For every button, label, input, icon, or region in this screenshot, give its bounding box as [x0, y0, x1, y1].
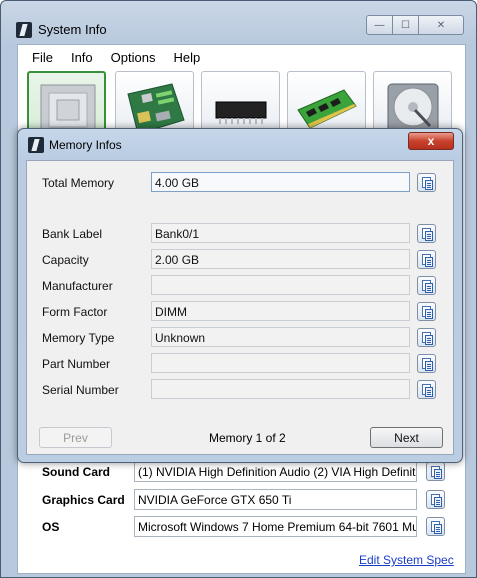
dialog-logo-icon — [28, 137, 44, 153]
memory-type-field[interactable]: Unknown — [151, 327, 410, 347]
form-factor-row: Form Factor DIMM — [27, 301, 453, 323]
os-row: OS Microsoft Windows 7 Home Premium 64-b… — [18, 516, 465, 538]
copy-memory-type-button[interactable] — [417, 328, 436, 347]
os-field[interactable]: Microsoft Windows 7 Home Premium 64-bit … — [134, 516, 417, 537]
form-factor-field[interactable]: DIMM — [151, 301, 410, 321]
form-factor-label: Form Factor — [42, 305, 108, 319]
menu-help[interactable]: Help — [166, 50, 207, 65]
manufacturer-field[interactable] — [151, 275, 410, 295]
copy-icon — [425, 283, 433, 293]
edit-system-spec-link[interactable]: Edit System Spec — [359, 553, 454, 567]
copy-icon — [425, 231, 433, 241]
bank-label-field[interactable]: Bank0/1 — [151, 223, 410, 243]
sound-card-row: Sound Card (1) NVIDIA High Definition Au… — [18, 461, 465, 483]
copy-form-factor-button[interactable] — [417, 302, 436, 321]
graphics-card-row: Graphics Card NVIDIA GeForce GTX 650 Ti — [18, 489, 465, 511]
memory-type-label: Memory Type — [42, 331, 115, 345]
total-memory-field[interactable]: 4.00 GB — [151, 172, 410, 192]
copy-graphics-card-button[interactable] — [426, 490, 445, 509]
sound-card-field[interactable]: (1) NVIDIA High Definition Audio (2) VIA… — [134, 461, 417, 482]
manufacturer-row: Manufacturer — [27, 275, 453, 297]
copy-manufacturer-button[interactable] — [417, 276, 436, 295]
part-number-label: Part Number — [42, 357, 111, 371]
memory-type-row: Memory Type Unknown — [27, 327, 453, 349]
menu-bar: File Info Options Help — [18, 45, 465, 70]
menu-file[interactable]: File — [25, 50, 60, 65]
copy-icon — [425, 309, 433, 319]
copy-icon — [425, 361, 433, 371]
bank-label-row: Bank Label Bank0/1 — [27, 223, 453, 245]
dialog-title: Memory Infos — [49, 138, 122, 152]
bank-label-label: Bank Label — [42, 227, 103, 241]
window-titlebar[interactable]: System Info — ☐ ✕ — [1, 1, 476, 41]
prev-button[interactable]: Prev — [39, 427, 112, 448]
minimize-button[interactable]: — — [366, 15, 393, 35]
copy-icon — [425, 180, 433, 190]
copy-icon — [434, 497, 442, 507]
serial-number-field[interactable] — [151, 379, 410, 399]
copy-sound-card-button[interactable] — [426, 462, 445, 481]
graphics-card-field[interactable]: NVIDIA GeForce GTX 650 Ti — [134, 489, 417, 510]
graphics-card-label: Graphics Card — [42, 493, 125, 507]
close-icon: ✕ — [436, 19, 446, 31]
copy-serial-number-button[interactable] — [417, 380, 436, 399]
close-button[interactable]: ✕ — [418, 15, 464, 35]
copy-icon — [425, 257, 433, 267]
copy-icon — [434, 524, 442, 534]
dialog-client-area: Total Memory 4.00 GB Bank Label Bank0/1 … — [26, 160, 454, 455]
maximize-button[interactable]: ☐ — [392, 15, 419, 35]
os-label: OS — [42, 520, 60, 534]
copy-capacity-button[interactable] — [417, 250, 436, 269]
copy-os-button[interactable] — [426, 517, 445, 536]
capacity-row: Capacity 2.00 GB — [27, 249, 453, 271]
capacity-field[interactable]: 2.00 GB — [151, 249, 410, 269]
part-number-field[interactable] — [151, 353, 410, 373]
copy-icon — [434, 469, 442, 479]
next-button[interactable]: Next — [370, 427, 443, 448]
dialog-close-button[interactable]: x — [408, 132, 454, 150]
memory-pager: Memory 1 of 2 — [209, 431, 286, 445]
serial-number-row: Serial Number — [27, 379, 453, 401]
close-icon: x — [427, 134, 435, 148]
part-number-row: Part Number — [27, 353, 453, 375]
copy-icon — [425, 335, 433, 345]
minimize-icon: — — [374, 19, 385, 31]
dialog-titlebar[interactable]: Memory Infos x — [18, 129, 462, 159]
menu-info[interactable]: Info — [64, 50, 100, 65]
total-memory-label: Total Memory — [42, 176, 115, 190]
copy-bank-label-button[interactable] — [417, 224, 436, 243]
maximize-icon: ☐ — [401, 19, 410, 31]
copy-icon — [425, 387, 433, 397]
memory-infos-dialog: Memory Infos x Total Memory 4.00 GB Bank… — [17, 128, 463, 463]
total-memory-row: Total Memory 4.00 GB — [27, 172, 453, 194]
window-title: System Info — [38, 22, 107, 37]
capacity-label: Capacity — [42, 253, 89, 267]
copy-part-number-button[interactable] — [417, 354, 436, 373]
manufacturer-label: Manufacturer — [42, 279, 113, 293]
copy-total-memory-button[interactable] — [417, 173, 436, 192]
sound-card-label: Sound Card — [42, 465, 110, 479]
serial-number-label: Serial Number — [42, 383, 119, 397]
app-logo-icon — [16, 22, 32, 38]
menu-options[interactable]: Options — [104, 50, 163, 65]
